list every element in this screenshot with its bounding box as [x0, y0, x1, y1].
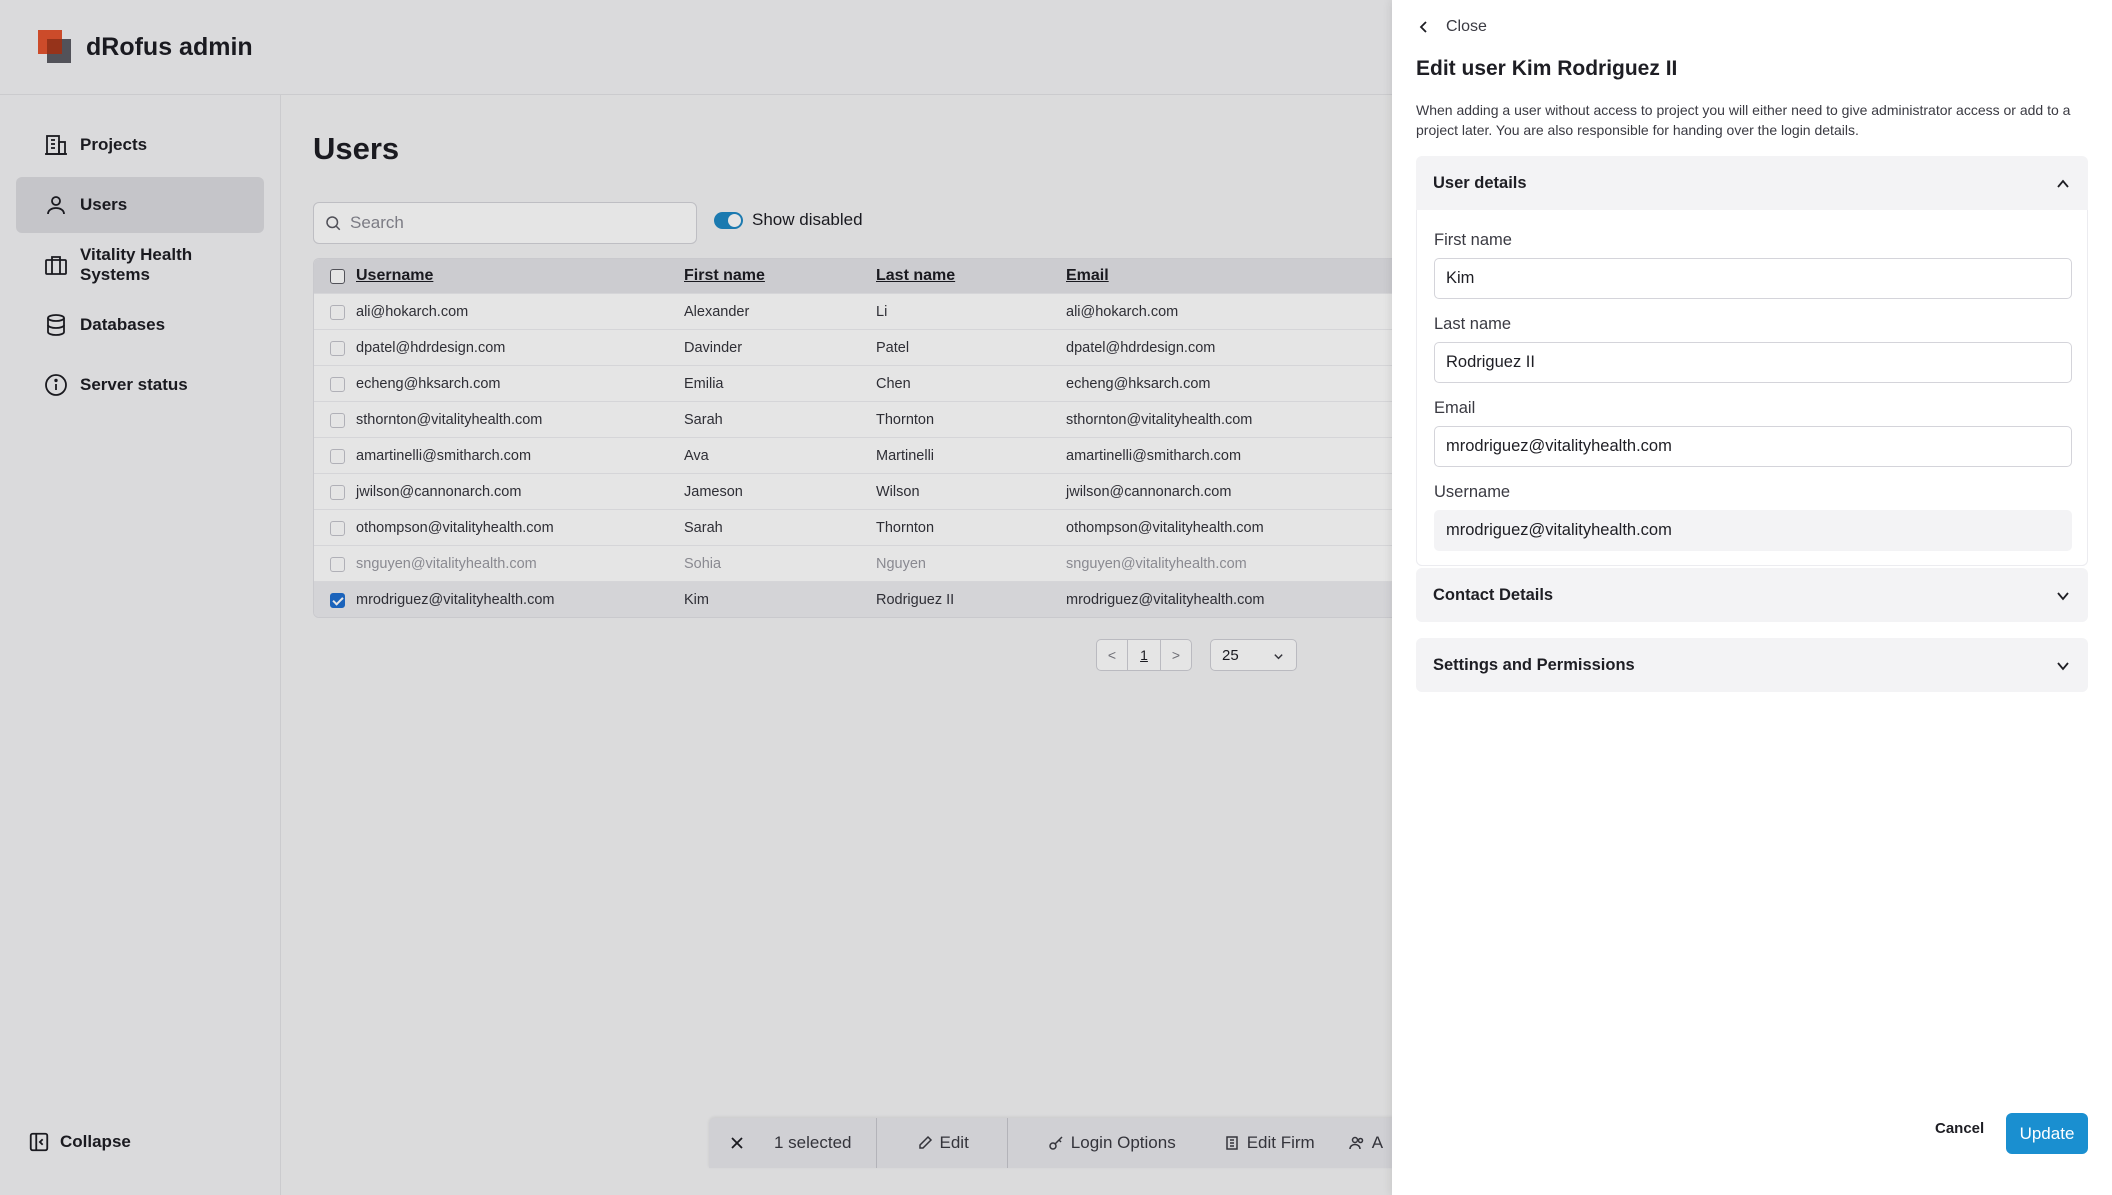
user-details-body: First name Last name Email Username — [1416, 210, 2088, 566]
settings-permissions-section: Settings and Permissions — [1416, 638, 2088, 692]
cancel-button[interactable]: Cancel — [1935, 1120, 1984, 1137]
user-details-heading: User details — [1433, 173, 1527, 192]
contact-details-header[interactable]: Contact Details — [1416, 568, 2088, 622]
update-button[interactable]: Update — [2006, 1113, 2088, 1154]
settings-permissions-header[interactable]: Settings and Permissions — [1416, 638, 2088, 692]
chevron-left-icon — [1419, 21, 1427, 33]
email-field[interactable] — [1434, 426, 2072, 467]
contact-details-section: Contact Details — [1416, 568, 2088, 622]
username-label: Username — [1434, 483, 1511, 501]
contact-details-heading: Contact Details — [1433, 585, 1554, 604]
email-label: Email — [1434, 399, 1476, 417]
first-name-field[interactable] — [1434, 258, 2072, 299]
modal-backdrop[interactable] — [0, 0, 1392, 1195]
last-name-label: Last name — [1434, 315, 1512, 333]
chevron-down-icon — [2057, 662, 2069, 671]
chevron-down-icon — [2057, 592, 2069, 601]
username-field — [1434, 510, 2072, 551]
first-name-label: First name — [1434, 231, 1512, 249]
close-drawer-button[interactable]: Close — [1416, 18, 1487, 36]
user-details-section: User details First name Last name Email … — [1416, 156, 2088, 566]
last-name-field[interactable] — [1434, 342, 2072, 383]
drawer-title: Edit user Kim Rodriguez II — [1416, 57, 1678, 80]
settings-permissions-heading: Settings and Permissions — [1433, 655, 1635, 674]
chevron-up-icon — [2057, 179, 2069, 188]
close-label: Close — [1446, 18, 1487, 35]
edit-user-drawer: Close Edit user Kim Rodriguez II When ad… — [1392, 0, 2112, 1195]
user-details-header[interactable]: User details — [1416, 156, 2088, 210]
drawer-description: When adding a user without access to pro… — [1416, 102, 2071, 138]
